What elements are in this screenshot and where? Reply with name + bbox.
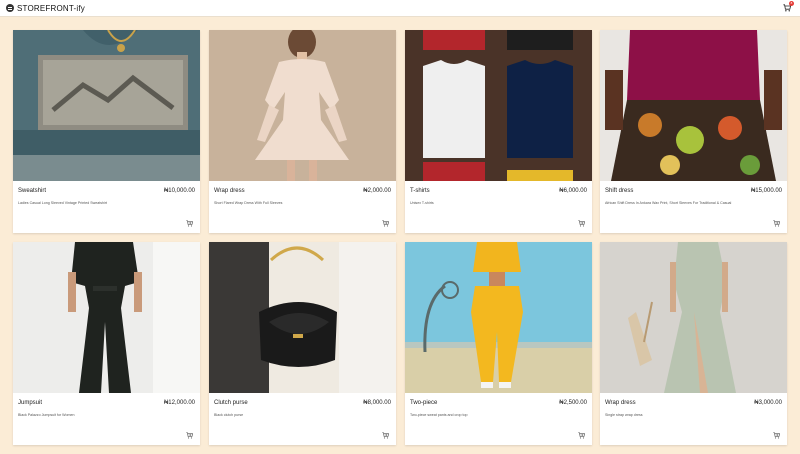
product-name[interactable]: Wrap dress bbox=[605, 400, 636, 406]
product-price: ₦8,000.00 bbox=[363, 400, 391, 406]
product-description: Two-piece sweat pants and crop top bbox=[410, 413, 468, 417]
product-card[interactable]: Two-piece ₦2,500.00 Two-piece sweat pant… bbox=[405, 242, 592, 445]
product-name[interactable]: Two-piece bbox=[410, 400, 437, 406]
product-price: ₦2,000.00 bbox=[363, 188, 391, 194]
product-card[interactable]: Jumpsuit ₦12,000.00 Black Palazzo Jumpsu… bbox=[13, 242, 200, 445]
product-image[interactable] bbox=[405, 30, 592, 181]
product-card[interactable]: Sweatshirt ₦10,000.00 Ladies Casual Long… bbox=[13, 30, 200, 233]
product-image[interactable] bbox=[405, 242, 592, 393]
product-name[interactable]: Sweatshirt bbox=[18, 188, 46, 194]
cart-count-badge: 8 bbox=[789, 1, 794, 6]
product-image[interactable] bbox=[209, 30, 396, 181]
product-price: ₦2,500.00 bbox=[559, 400, 587, 406]
product-name[interactable]: Wrap dress bbox=[214, 188, 245, 194]
product-card[interactable]: T-shirts ₦6,000.00 Unisex T-shirts bbox=[405, 30, 592, 233]
product-name[interactable]: T-shirts bbox=[410, 188, 430, 194]
product-card[interactable]: Wrap dress ₦2,000.00 Short Flared Wrap D… bbox=[209, 30, 396, 233]
product-image[interactable] bbox=[13, 30, 200, 181]
add-to-cart-icon[interactable] bbox=[186, 432, 193, 439]
product-description: African Shift Dress In Ankara Wax Print,… bbox=[605, 201, 732, 205]
add-to-cart-icon[interactable] bbox=[382, 220, 389, 227]
product-card[interactable]: Shift dress ₦15,000.00 African Shift Dre… bbox=[600, 30, 787, 233]
product-description: Short Flared Wrap Dress With Full Sleeve… bbox=[214, 201, 283, 205]
product-image[interactable] bbox=[13, 242, 200, 393]
product-card[interactable]: Wrap dress ₦3,000.00 Single strap wrap d… bbox=[600, 242, 787, 445]
product-image[interactable] bbox=[600, 242, 787, 393]
add-to-cart-icon[interactable] bbox=[578, 220, 585, 227]
add-to-cart-icon[interactable] bbox=[382, 432, 389, 439]
product-description: Ladies Casual Long Sleeved Vintage Print… bbox=[18, 201, 108, 205]
product-name[interactable]: Clutch purse bbox=[214, 400, 248, 406]
app-bar: STOREFRONT-ify 8 bbox=[0, 0, 800, 17]
menu-icon bbox=[6, 4, 14, 12]
product-price: ₦10,000.00 bbox=[163, 188, 195, 194]
product-name[interactable]: Jumpsuit bbox=[18, 400, 42, 406]
product-price: ₦3,000.00 bbox=[754, 400, 782, 406]
brand-name: STOREFRONT-ify bbox=[17, 3, 85, 13]
product-description: Unisex T-shirts bbox=[410, 201, 434, 205]
product-name[interactable]: Shift dress bbox=[605, 188, 633, 194]
product-image[interactable] bbox=[209, 242, 396, 393]
add-to-cart-icon[interactable] bbox=[186, 220, 193, 227]
add-to-cart-icon[interactable] bbox=[578, 432, 585, 439]
product-description: Black clutch purse bbox=[214, 413, 244, 417]
cart-button[interactable]: 8 bbox=[783, 1, 794, 12]
product-price: ₦15,000.00 bbox=[750, 188, 782, 194]
add-to-cart-icon[interactable] bbox=[773, 432, 780, 439]
product-price: ₦6,000.00 bbox=[559, 188, 587, 194]
product-card[interactable]: Clutch purse ₦8,000.00 Black clutch purs… bbox=[209, 242, 396, 445]
brand-logo[interactable]: STOREFRONT-ify bbox=[6, 4, 85, 13]
product-image[interactable] bbox=[600, 30, 787, 181]
product-description: Black Palazzo Jumpsuit for Women bbox=[18, 413, 75, 417]
add-to-cart-icon[interactable] bbox=[773, 220, 780, 227]
product-price: ₦12,000.00 bbox=[163, 400, 195, 406]
product-description: Single strap wrap dress bbox=[605, 413, 643, 417]
